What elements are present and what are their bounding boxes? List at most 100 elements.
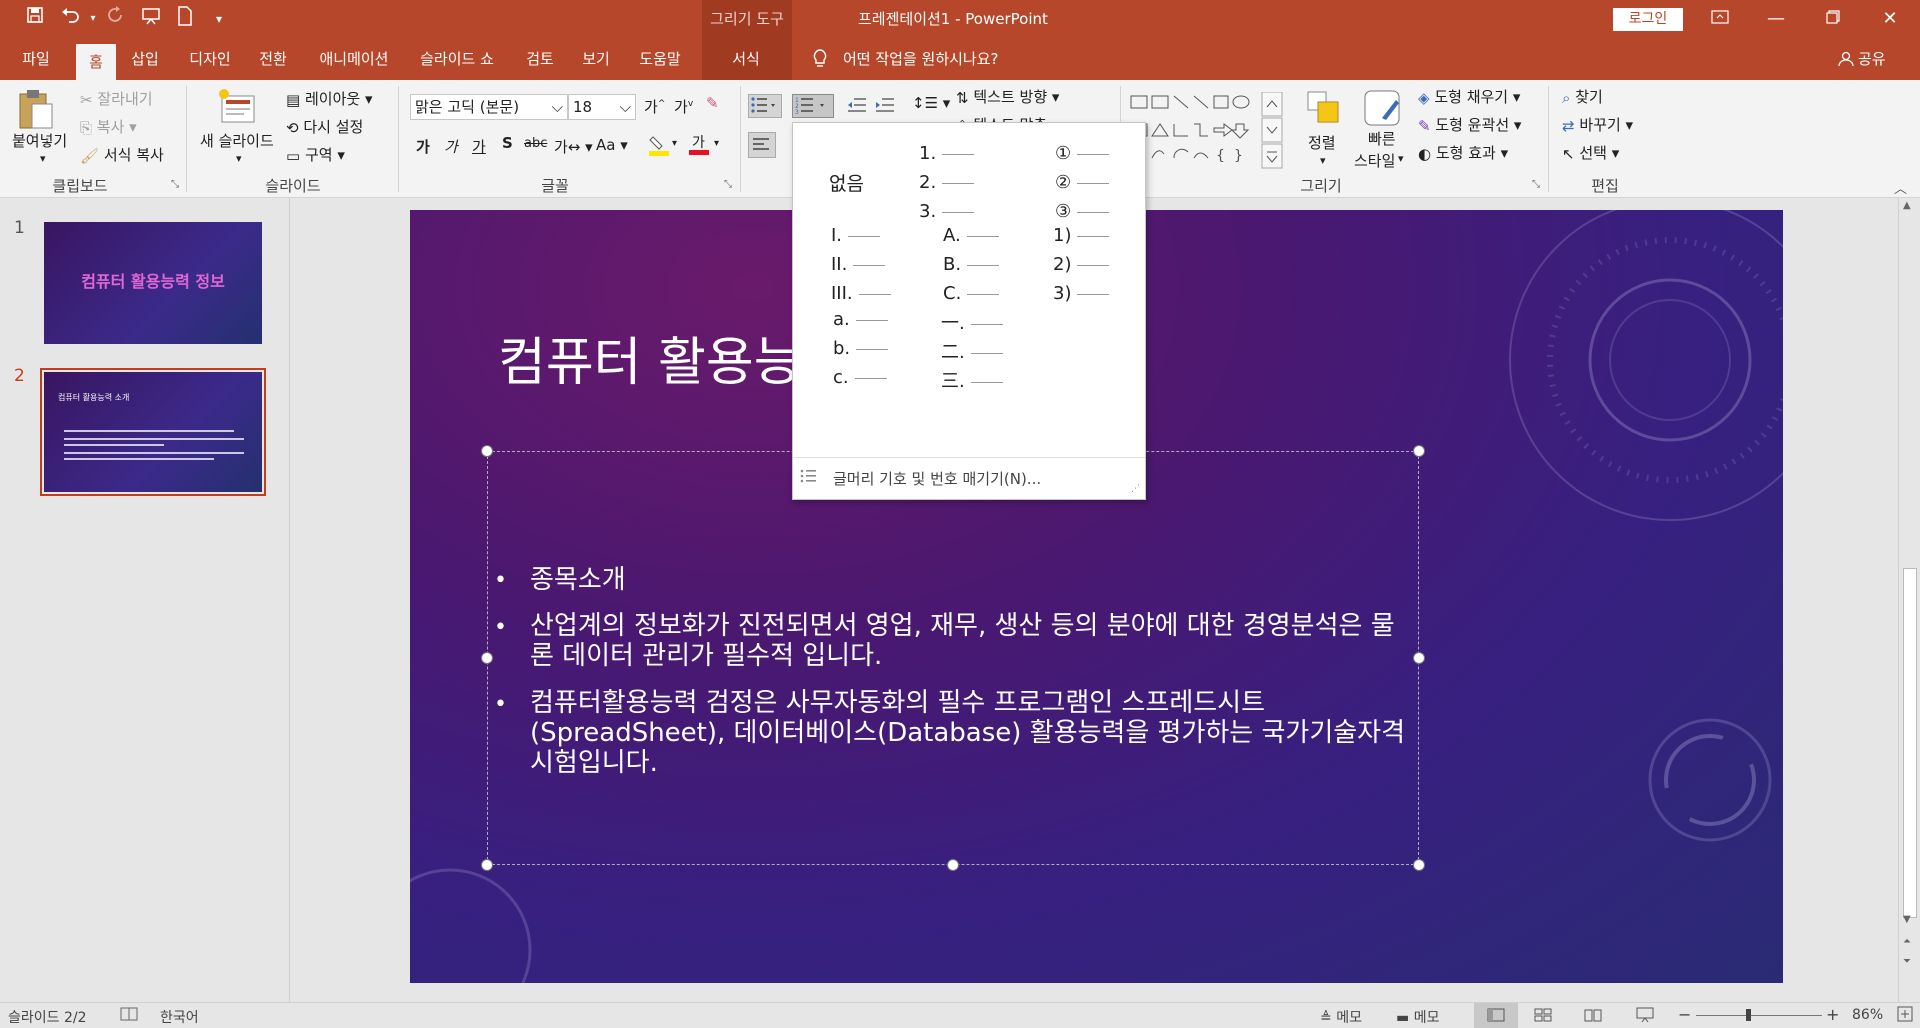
fit-to-window-icon[interactable] bbox=[1896, 1005, 1914, 1027]
numbering-upper-alpha[interactable]: A. B. C. bbox=[943, 225, 1000, 312]
zoom-in-icon[interactable]: + bbox=[1826, 1005, 1839, 1024]
resize-handle[interactable] bbox=[481, 859, 493, 871]
line-spacing-icon[interactable]: ↕☰ ▾ bbox=[912, 94, 950, 112]
change-case-icon[interactable]: Aa ▾ bbox=[596, 136, 628, 154]
collapse-ribbon-icon[interactable]: ︿ bbox=[1894, 178, 1907, 197]
decrease-indent-icon[interactable] bbox=[846, 96, 868, 118]
zoom-slider-thumb[interactable] bbox=[1746, 1009, 1751, 1021]
underline-icon[interactable]: 가 bbox=[472, 136, 486, 157]
font-color-icon[interactable]: 가 bbox=[688, 132, 710, 160]
drawing-launcher-icon[interactable]: ⤡ bbox=[1532, 179, 1540, 190]
redo-icon[interactable] bbox=[103, 6, 129, 32]
new-slide-dropdown-icon[interactable]: ▾ bbox=[236, 152, 242, 165]
quick-styles-icon[interactable] bbox=[1362, 88, 1404, 132]
numbering-chinese[interactable]: 一. 二. 三. bbox=[941, 309, 1003, 396]
slide-sorter-icon[interactable] bbox=[1534, 1008, 1552, 1026]
numbering-arabic-paren[interactable]: 1) 2) 3) bbox=[1053, 225, 1110, 312]
vertical-scrollbar[interactable]: ▲ ▼ ⏶ ⏷ bbox=[1898, 198, 1920, 1002]
tell-me-search[interactable]: 어떤 작업을 원하시나요? bbox=[843, 38, 999, 80]
highlight-dropdown-icon[interactable]: ▾ bbox=[672, 138, 677, 149]
text-shadow-icon[interactable]: S bbox=[502, 134, 513, 152]
close-icon[interactable]: ✕ bbox=[1862, 0, 1918, 38]
bullet-text-2[interactable]: 산업계의 정보화가 진전되면서 영업, 재무, 생산 등의 분야에 대한 경영분… bbox=[530, 611, 1410, 671]
scroll-thumb[interactable] bbox=[1903, 568, 1917, 918]
text-direction-button[interactable]: ⇅ 텍스트 방향 ▾ bbox=[956, 86, 1059, 107]
clear-formatting-icon[interactable]: ✎ bbox=[706, 94, 719, 112]
tab-slideshow[interactable]: 슬라이드 쇼 bbox=[412, 38, 502, 80]
presentation-start-icon[interactable] bbox=[138, 6, 164, 32]
resize-handle[interactable] bbox=[481, 445, 493, 457]
tab-view[interactable]: 보기 bbox=[574, 38, 618, 80]
resize-handle[interactable] bbox=[1413, 445, 1425, 457]
shape-fill-button[interactable]: ◈ 도형 채우기 ▾ bbox=[1418, 86, 1520, 107]
scroll-up-icon[interactable]: ▲ bbox=[1903, 200, 1911, 211]
slide-thumbnail-1[interactable]: 컴퓨터 활용능력 정보 bbox=[44, 222, 262, 344]
shapes-gallery[interactable]: {} bbox=[1128, 91, 1288, 172]
restore-icon[interactable] bbox=[1805, 0, 1861, 38]
cut-button[interactable]: ✂ 잘라내기 bbox=[80, 88, 153, 109]
arrange-icon[interactable] bbox=[1306, 90, 1342, 130]
paste-button[interactable]: 붙여넣기 bbox=[12, 130, 67, 151]
font-launcher-icon[interactable]: ⤡ bbox=[724, 179, 732, 190]
tab-home[interactable]: 홈 bbox=[76, 44, 116, 80]
italic-icon[interactable]: 가 bbox=[444, 136, 458, 157]
tab-help[interactable]: 도움말 bbox=[630, 38, 690, 80]
character-spacing-icon[interactable]: 가↔ ▾ bbox=[554, 136, 593, 157]
notes-button[interactable]: ≜ 메모 bbox=[1320, 1007, 1362, 1027]
tab-animations[interactable]: 애니메이션 bbox=[308, 38, 400, 80]
copy-button[interactable]: ⎘ 복사 ▾ bbox=[80, 116, 137, 137]
resize-handle[interactable] bbox=[481, 652, 493, 664]
shape-outline-button[interactable]: ✎ 도형 윤곽선 ▾ bbox=[1418, 114, 1521, 135]
language-indicator[interactable]: 한국어 bbox=[160, 1007, 199, 1027]
slide-title[interactable]: 컴퓨터 활용능 bbox=[498, 320, 802, 395]
tab-review[interactable]: 검토 bbox=[516, 38, 564, 80]
font-name-combo[interactable]: 맑은 고딕 (본문) ⌵ bbox=[410, 94, 568, 120]
shape-effects-button[interactable]: ◐ 도형 효과 ▾ bbox=[1418, 142, 1508, 163]
select-button[interactable]: ↖ 선택 ▾ bbox=[1562, 142, 1619, 163]
bold-icon[interactable]: 가 bbox=[416, 136, 430, 157]
format-painter-button[interactable]: 🖌 서식 복사 bbox=[80, 144, 164, 165]
customize-qat-icon[interactable]: ▾ bbox=[206, 6, 232, 32]
normal-view-button[interactable] bbox=[1474, 1003, 1518, 1028]
zoom-out-icon[interactable]: − bbox=[1678, 1005, 1691, 1024]
comments-button[interactable]: ▬ 메모 bbox=[1396, 1007, 1439, 1027]
tab-transitions[interactable]: 전환 bbox=[252, 38, 294, 80]
font-color-dropdown-icon[interactable]: ▾ bbox=[714, 138, 719, 149]
grow-font-icon[interactable]: 가^ bbox=[644, 96, 665, 117]
zoom-level[interactable]: 86% bbox=[1852, 1007, 1883, 1023]
minimize-icon[interactable]: — bbox=[1748, 0, 1804, 38]
numbering-lower-alpha[interactable]: a. b. c. bbox=[833, 309, 889, 396]
clipboard-launcher-icon[interactable]: ⤡ bbox=[171, 179, 179, 190]
previous-slide-icon[interactable]: ⏶ bbox=[1903, 936, 1911, 947]
login-button[interactable]: 로그인 bbox=[1613, 8, 1683, 31]
reset-button[interactable]: ⟲ 다시 설정 bbox=[286, 116, 363, 137]
bullet-text-3[interactable]: 컴퓨터활용능력 검정은 사무자동화의 필수 프로그램인 스프레드시트(Sprea… bbox=[530, 688, 1410, 778]
bullets-button[interactable] bbox=[748, 94, 782, 118]
section-button[interactable]: ▭ 구역 ▾ bbox=[286, 144, 345, 165]
numbering-arabic-period[interactable]: 1. 2. 3. bbox=[919, 143, 975, 230]
scroll-down-icon[interactable]: ▼ bbox=[1903, 914, 1911, 925]
resize-handle[interactable] bbox=[947, 859, 959, 871]
layout-button[interactable]: ▤ 레이아웃 ▾ bbox=[286, 88, 372, 109]
slide-thumbnail-2[interactable]: 컴퓨터 활용능력 소개 bbox=[44, 372, 262, 492]
next-slide-icon[interactable]: ⏷ bbox=[1903, 956, 1911, 967]
slideshow-view-icon[interactable] bbox=[1636, 1007, 1654, 1027]
tab-design[interactable]: 디자인 bbox=[180, 38, 240, 80]
tab-file[interactable]: 파일 bbox=[8, 38, 64, 80]
new-slide-icon[interactable] bbox=[218, 88, 258, 130]
numbering-roman[interactable]: I. II. III. bbox=[831, 225, 891, 312]
increase-indent-icon[interactable] bbox=[874, 96, 896, 118]
align-left-button[interactable] bbox=[748, 132, 776, 158]
tab-format[interactable]: 서식 bbox=[716, 38, 776, 80]
resize-handle[interactable] bbox=[1413, 652, 1425, 664]
share-button[interactable]: 공유 bbox=[1858, 38, 1886, 80]
shrink-font-icon[interactable]: 가v bbox=[674, 96, 693, 117]
paste-dropdown-icon[interactable]: ▾ bbox=[40, 152, 46, 165]
reading-view-icon[interactable] bbox=[1584, 1008, 1602, 1026]
numbering-circled[interactable]: ① ② ③ bbox=[1055, 143, 1110, 230]
quick-styles-button[interactable]: 빠른 bbox=[1368, 128, 1396, 149]
ribbon-display-options-icon[interactable] bbox=[1692, 0, 1748, 38]
save-icon[interactable] bbox=[22, 6, 48, 32]
arrange-dropdown-icon[interactable]: ▾ bbox=[1320, 154, 1326, 167]
resize-handle[interactable] bbox=[1413, 859, 1425, 871]
